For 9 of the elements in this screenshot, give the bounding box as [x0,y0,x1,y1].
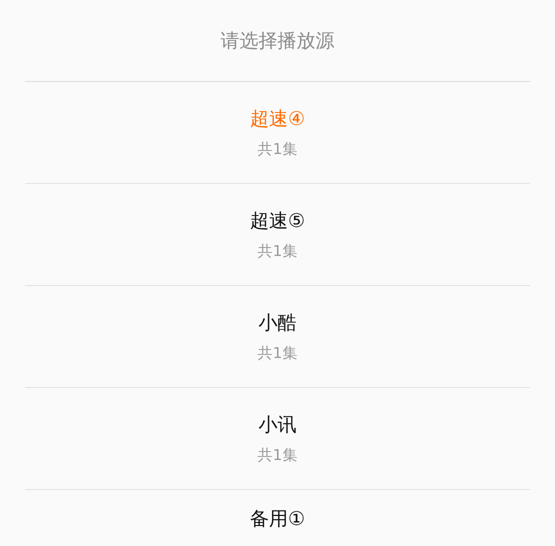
dialog-title: 请选择播放源 [25,0,530,82]
source-name[interactable]: 小酷 [258,310,296,336]
source-name[interactable]: 备用① [250,506,306,532]
episode-count: 共1集 [258,344,298,363]
episode-count: 共1集 [258,242,298,261]
episode-count: 共1集 [258,446,298,465]
source-name[interactable]: 小讯 [258,412,296,438]
episode-count: 共1集 [258,140,298,159]
source-name[interactable]: 超速⑤ [250,208,306,234]
